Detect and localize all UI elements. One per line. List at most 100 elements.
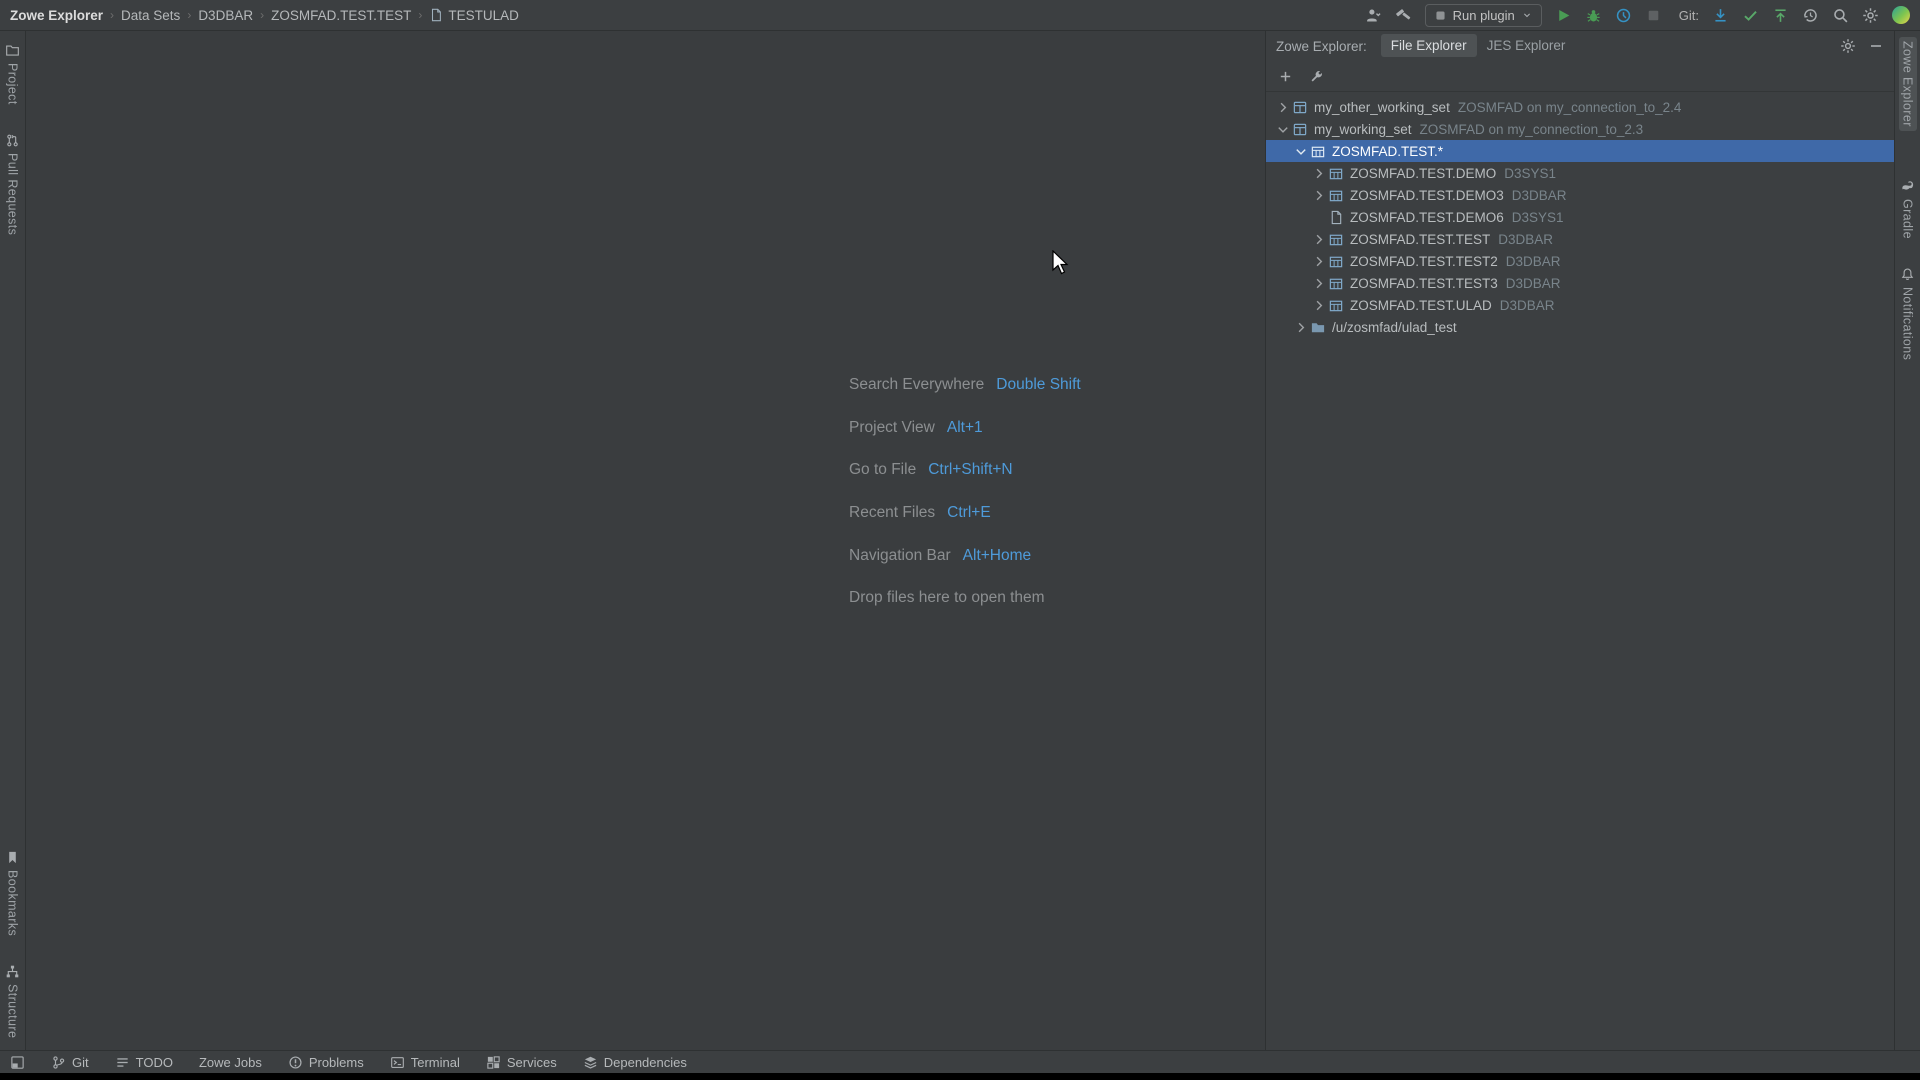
- breadcrumb-separator: ›: [418, 8, 422, 22]
- run-config-icon: [1434, 9, 1447, 22]
- breadcrumb-item-testulad[interactable]: TESTULAD: [429, 8, 519, 23]
- vcs-update-icon[interactable]: [1712, 7, 1729, 24]
- expand-toggle[interactable]: [1310, 166, 1328, 181]
- tree-item-detail: D3DBAR: [1506, 254, 1561, 269]
- tree-item-zosmfad-test-demo6[interactable]: ZOSMFAD.TEST.DEMO6D3SYS1: [1266, 206, 1894, 228]
- expand-toggle[interactable]: [1292, 320, 1310, 335]
- dataset-icon: [1328, 232, 1344, 247]
- expand-toggle[interactable]: [1310, 298, 1328, 313]
- expand-toggle[interactable]: [1292, 144, 1310, 159]
- tool-window-button-todo[interactable]: TODO: [115, 1055, 173, 1070]
- structure-icon: [5, 964, 20, 979]
- mouse-cursor: [1051, 250, 1073, 276]
- run-configuration-label: Run plugin: [1453, 8, 1515, 23]
- tree-item-zosmfad-test-demo[interactable]: ZOSMFAD.TEST.DEMOD3SYS1: [1266, 162, 1894, 184]
- tree-item-detail: ZOSMFAD on my_connection_to_2.4: [1458, 100, 1682, 115]
- breadcrumb-item-d3dbar[interactable]: D3DBAR: [198, 8, 253, 23]
- tree-item-zosmfad-test-test2[interactable]: ZOSMFAD.TEST.TEST2 D3DBAR: [1266, 250, 1894, 272]
- tool-window-button-label: Problems: [309, 1055, 364, 1070]
- tree-item-name: ZOSMFAD.TEST.DEMO3: [1350, 188, 1504, 203]
- tool-window-button-project[interactable]: Project: [3, 39, 22, 109]
- tab-jes-explorer[interactable]: JES Explorer: [1477, 34, 1576, 57]
- breadcrumb-item-data-sets[interactable]: Data Sets: [121, 8, 180, 23]
- profiler-icon[interactable]: [1615, 7, 1632, 24]
- settings-icon[interactable]: [1862, 7, 1879, 24]
- history-icon[interactable]: [1802, 7, 1819, 24]
- tool-window-button-structure[interactable]: Structure: [3, 960, 22, 1042]
- stop-icon[interactable]: [1645, 7, 1662, 24]
- tool-window-button-gradle[interactable]: Gradle: [1898, 175, 1917, 243]
- expand-toggle[interactable]: [1274, 100, 1292, 115]
- shortcut-hint-key: Alt+Home: [963, 547, 1032, 565]
- tree-item-name: /u/zosmfad/ulad_test: [1332, 320, 1457, 335]
- minimize-icon[interactable]: [1868, 38, 1884, 54]
- wrench-icon[interactable]: [1309, 69, 1324, 84]
- expand-toggle[interactable]: [1310, 232, 1328, 247]
- dataset-member-icon: [429, 8, 443, 22]
- tool-window-button-zowe-jobs[interactable]: Zowe Jobs: [199, 1055, 262, 1070]
- avatar[interactable]: [1892, 6, 1910, 24]
- tool-window-button-pull-requests[interactable]: Pull Requests: [3, 129, 22, 239]
- tool-window-toolbar: [1266, 61, 1894, 92]
- tree-item-zosmfad-test-test[interactable]: ZOSMFAD.TEST.TESTD3DBAR: [1266, 228, 1894, 250]
- run-icon[interactable]: [1555, 7, 1572, 24]
- tool-window-button-notifications[interactable]: Notifications: [1898, 263, 1917, 364]
- shortcut-hint-line: Recent FilesCtrl+E: [849, 492, 1081, 535]
- tool-window-button-services[interactable]: Services: [486, 1055, 557, 1070]
- shortcut-hint-key: Double Shift: [996, 376, 1080, 394]
- tool-window-button-label: Bookmarks: [6, 870, 20, 936]
- dataset-mask-icon: [1310, 144, 1326, 159]
- tool-window-button-terminal[interactable]: Terminal: [390, 1055, 460, 1070]
- tree-item-zosmfad-test-demo3[interactable]: ZOSMFAD.TEST.DEMO3D3DBAR: [1266, 184, 1894, 206]
- tree-item-detail: D3DBAR: [1506, 276, 1561, 291]
- bottom-tool-window-bar: Git TODO Zowe Jobs Problems Terminal Services…: [0, 1050, 1920, 1073]
- tool-window-button-label: Gradle: [1901, 199, 1915, 239]
- tree-item-name: my_working_set: [1314, 122, 1412, 137]
- breadcrumb-item-label: ZOSMFAD.TEST.TEST: [271, 8, 411, 23]
- debug-icon[interactable]: [1585, 7, 1602, 24]
- tree-item-zosmfad-test-test3[interactable]: ZOSMFAD.TEST.TEST3D3DBAR: [1266, 272, 1894, 294]
- vcs-commit-icon[interactable]: [1742, 7, 1759, 24]
- tree-indent-spacer: [1310, 210, 1328, 225]
- expand-toggle[interactable]: [1310, 254, 1328, 269]
- working-set-icon: [1292, 100, 1308, 115]
- run-configuration-selector[interactable]: Run plugin: [1425, 4, 1542, 27]
- tool-window-button-bookmarks[interactable]: Bookmarks: [3, 846, 22, 940]
- search-icon[interactable]: [1832, 7, 1849, 24]
- breadcrumb-item-zowe-explorer[interactable]: Zowe Explorer: [10, 8, 103, 23]
- editor-area[interactable]: Search EverywhereDouble ShiftProject Vie…: [26, 31, 1265, 1050]
- settings-icon[interactable]: [1840, 38, 1856, 54]
- shortcut-hint-label: Go to File: [849, 461, 916, 479]
- tree-item-my-other-working-set[interactable]: my_other_working_setZOSMFAD on my_connec…: [1266, 96, 1894, 118]
- tool-window-button-label: Terminal: [411, 1055, 460, 1070]
- expand-toggle[interactable]: [1274, 122, 1292, 137]
- terminal-icon: [390, 1055, 405, 1070]
- tab-file-explorer[interactable]: File Explorer: [1381, 34, 1477, 57]
- breadcrumb-item-zosmfad-test-test[interactable]: ZOSMFAD.TEST.TEST: [271, 8, 411, 23]
- user-icon[interactable]: [1365, 7, 1382, 24]
- tool-window-header-controls: [1840, 38, 1884, 54]
- dependencies-icon: [583, 1055, 598, 1070]
- tree-item-zosmfad-test-ulad[interactable]: ZOSMFAD.TEST.ULADD3DBAR: [1266, 294, 1894, 316]
- add-icon[interactable]: [1278, 69, 1293, 84]
- tree-item-zosmfad-test[interactable]: ZOSMFAD.TEST.*: [1266, 140, 1894, 162]
- tool-window-button-problems[interactable]: Problems: [288, 1055, 364, 1070]
- dataset-icon: [1328, 298, 1344, 313]
- breadcrumb-item-label: Data Sets: [121, 8, 180, 23]
- vcs-push-icon[interactable]: [1772, 7, 1789, 24]
- breadcrumb: Zowe Explorer›Data Sets›D3DBAR›ZOSMFAD.T…: [10, 8, 519, 23]
- tool-window-button-git[interactable]: Git: [51, 1055, 89, 1070]
- expand-toggle[interactable]: [1310, 188, 1328, 203]
- toolwindow-switcher-icon[interactable]: [10, 1055, 25, 1070]
- ide-window: Zowe Explorer›Data Sets›D3DBAR›ZOSMFAD.T…: [0, 0, 1920, 1080]
- tool-window-button-dependencies[interactable]: Dependencies: [583, 1055, 687, 1070]
- tool-window-button-zowe-explorer[interactable]: Zowe Explorer: [1899, 37, 1917, 131]
- tree-item-name: ZOSMFAD.TEST.TEST2: [1350, 254, 1498, 269]
- hammer-icon[interactable]: [1395, 7, 1412, 24]
- zowe-explorer-tool-window: Zowe Explorer: File ExplorerJES Explorer…: [1265, 31, 1894, 1050]
- dataset-icon: [1328, 188, 1344, 203]
- tree-item-my-working-set[interactable]: my_working_setZOSMFAD on my_connection_t…: [1266, 118, 1894, 140]
- expand-toggle[interactable]: [1310, 276, 1328, 291]
- tree-item-u-zosmfad-ulad-test[interactable]: /u/zosmfad/ulad_test: [1266, 316, 1894, 338]
- tool-window-button-label: Pull Requests: [6, 153, 20, 235]
